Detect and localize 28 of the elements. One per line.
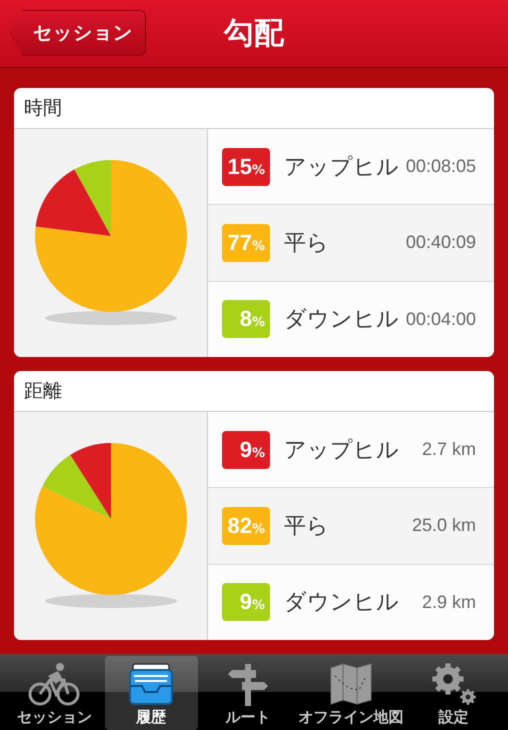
section-title: 距離 [24,379,62,404]
tab-item[interactable]: ルート [202,656,294,730]
row-label: ダウンヒル [284,306,399,334]
tab-item[interactable]: オフライン地図 [298,656,404,730]
row-value: 00:08:05 [404,156,476,178]
row-label: アップヒル [284,154,399,182]
percent-badge: 9% [222,430,270,469]
percent-badge: 8% [222,300,270,338]
tab-item[interactable]: 履歴 [104,656,198,730]
cyclist-icon [28,662,80,706]
section-title: 時間 [24,96,62,121]
row-value: 2.7 km [420,439,476,460]
percent-badge: 77% [222,224,270,262]
row-value: 25.0 km [410,515,476,536]
row-value: 00:40:09 [404,232,476,254]
tab-item[interactable]: セッション [8,656,101,730]
percent-badge: 15% [222,148,270,186]
percent-badge: 9% [222,583,270,622]
screen-title: 勾配 [224,15,284,53]
row-label: 平ら [284,512,329,541]
percent-badge: 82% [222,506,270,545]
tab-item[interactable]: 設定 [407,656,500,730]
row-value: 2.9 km [420,592,476,613]
row-label: 平ら [284,230,329,258]
back-button[interactable]: セッション [10,10,146,56]
row-label: ダウンヒル [284,589,399,618]
row-label: アップヒル [284,436,399,465]
row-value: 00:04:00 [404,308,476,330]
